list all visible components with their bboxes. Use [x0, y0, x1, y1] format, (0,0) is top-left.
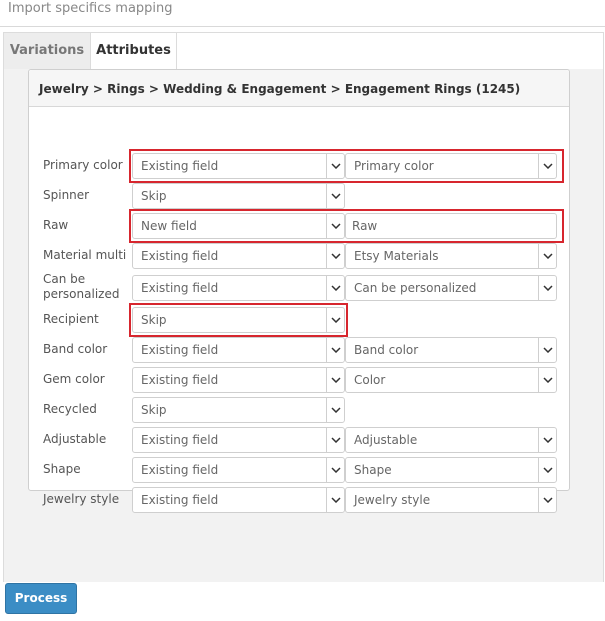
target-field-value: Jewelry style — [354, 493, 431, 507]
target-field-value: Adjustable — [354, 433, 418, 447]
mapping-mode-value: Existing field — [141, 249, 219, 263]
target-field-select[interactable]: Adjustable — [345, 427, 557, 453]
tab-bar: Variations Attributes — [4, 33, 603, 70]
mapping-mode-select[interactable]: Skip — [132, 183, 345, 209]
mapping-mode-value: Existing field — [141, 463, 219, 477]
highlight-box — [129, 149, 564, 183]
mapping-mode-value: Existing field — [141, 433, 219, 447]
mapping-mode-select[interactable]: Existing field — [132, 457, 345, 483]
chevron-down-icon — [326, 398, 344, 422]
tab-bar-filler — [177, 33, 603, 70]
target-field-select[interactable]: Can be personalized — [345, 275, 557, 301]
mapping-mode-value: Skip — [141, 403, 167, 417]
row-label: Shape — [43, 462, 81, 476]
target-field-value: Color — [354, 373, 386, 387]
mapping-mode-value: Skip — [141, 189, 167, 203]
chevron-down-icon — [326, 458, 344, 482]
row-label: Band color — [43, 342, 108, 356]
chevron-down-icon — [538, 368, 556, 392]
chevron-down-icon — [538, 244, 556, 268]
target-field-select[interactable]: Color — [345, 367, 557, 393]
highlight-box — [129, 209, 564, 243]
target-field-select[interactable]: Jewelry style — [345, 487, 557, 513]
mapping-mode-select[interactable]: Existing field — [132, 367, 345, 393]
target-field-select[interactable]: Band color — [345, 337, 557, 363]
chevron-down-icon — [538, 428, 556, 452]
target-field-select[interactable]: Etsy Materials — [345, 243, 557, 269]
mapping-mode-select[interactable]: Skip — [132, 397, 345, 423]
tab-variations[interactable]: Variations — [4, 33, 91, 69]
row-label: Material multi — [43, 248, 127, 262]
chevron-down-icon — [326, 368, 344, 392]
chevron-down-icon — [538, 488, 556, 512]
mapping-mode-value: Existing field — [141, 493, 219, 507]
row-label: Spinner — [43, 188, 90, 202]
dialog-header: Import specifics mapping — [0, 0, 605, 27]
row-label: Adjustable — [43, 432, 107, 446]
chevron-down-icon — [326, 276, 344, 300]
row-label: Primary color — [43, 158, 123, 172]
dialog-title: Import specifics mapping — [8, 1, 173, 16]
chevron-down-icon — [326, 488, 344, 512]
mapping-mode-select[interactable]: Existing field — [132, 487, 345, 513]
row-label: Jewelry style — [43, 492, 120, 506]
target-field-select[interactable]: Shape — [345, 457, 557, 483]
highlight-box — [129, 303, 348, 337]
chevron-down-icon — [326, 428, 344, 452]
chevron-down-icon — [538, 458, 556, 482]
category-path: Jewelry > Rings > Wedding & Engagement >… — [29, 70, 569, 107]
target-field-value: Etsy Materials — [354, 249, 439, 263]
mapping-mode-value: Existing field — [141, 343, 219, 357]
row-label: Gem color — [43, 372, 105, 386]
chevron-down-icon — [326, 338, 344, 362]
mapping-mode-select[interactable]: Existing field — [132, 337, 345, 363]
chevron-down-icon — [326, 184, 344, 208]
chevron-down-icon — [538, 338, 556, 362]
target-field-value: Shape — [354, 463, 392, 477]
mapping-mode-value: Existing field — [141, 281, 219, 295]
target-field-value: Can be personalized — [354, 281, 477, 295]
mapping-mode-select[interactable]: Existing field — [132, 243, 345, 269]
row-label: Recycled — [43, 402, 97, 416]
tab-attributes[interactable]: Attributes — [90, 33, 177, 70]
chevron-down-icon — [538, 276, 556, 300]
row-label: Recipient — [43, 312, 99, 326]
row-label: Can be personalized — [43, 272, 120, 301]
chevron-down-icon — [326, 244, 344, 268]
mapping-mode-select[interactable]: Existing field — [132, 275, 345, 301]
row-label: Raw — [43, 218, 69, 232]
mapping-mode-select[interactable]: Existing field — [132, 427, 345, 453]
target-field-value: Band color — [354, 343, 419, 357]
process-button[interactable]: Process — [5, 583, 77, 614]
mapping-mode-value: Existing field — [141, 373, 219, 387]
footer — [0, 582, 605, 621]
